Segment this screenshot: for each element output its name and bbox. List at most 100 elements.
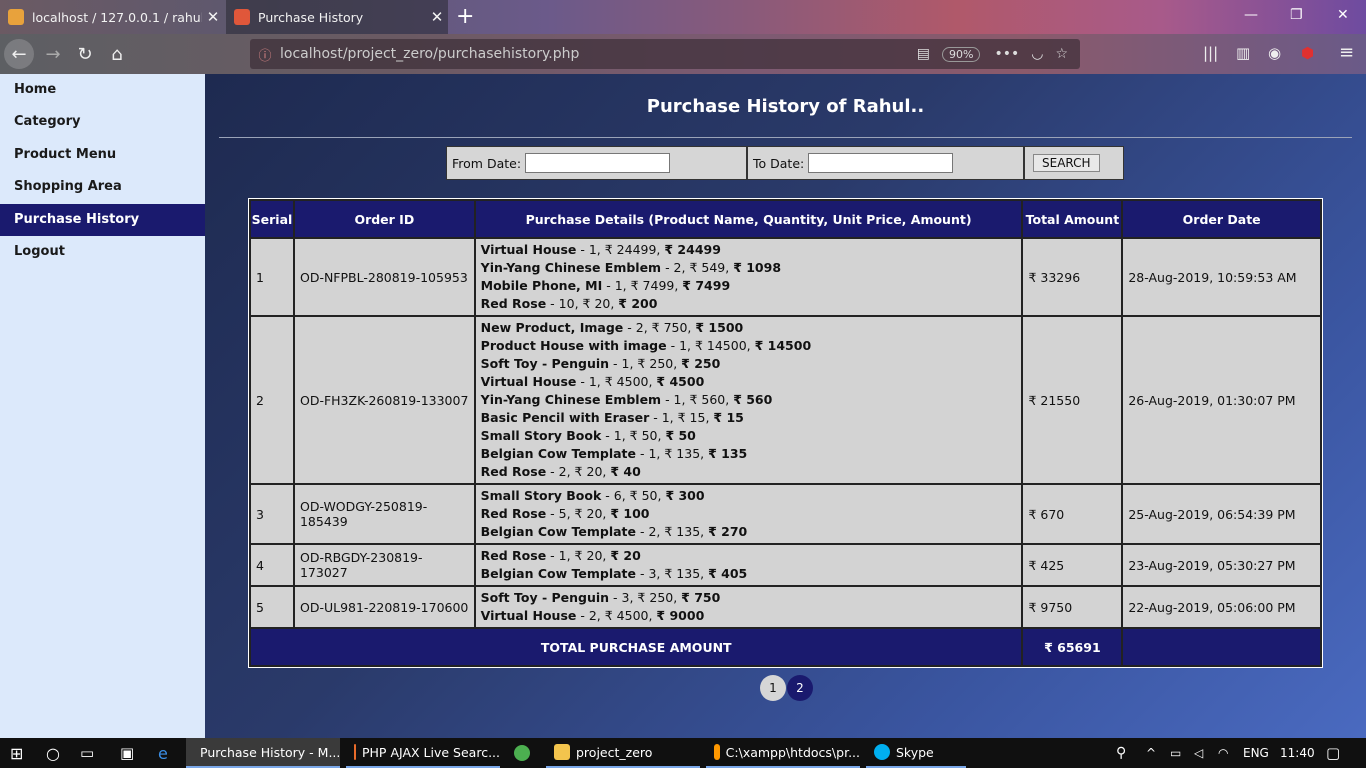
reload-icon[interactable]: ↻: [70, 39, 100, 69]
cell-serial: 4: [249, 543, 295, 587]
url-bar[interactable]: ⓘ localhost/project_zero/purchasehistory…: [250, 39, 1080, 69]
from-date-cell: From Date:: [447, 147, 748, 179]
cell-total-amount: ₹ 670: [1021, 483, 1124, 545]
account-icon[interactable]: ◉: [1268, 44, 1281, 62]
item-amount: ₹ 405: [708, 566, 748, 581]
taskbar-item-label: Purchase History - M...: [200, 744, 341, 760]
notifications-icon[interactable]: ▢: [1326, 738, 1340, 768]
purchase-item-line: Virtual House - 2, ₹ 4500, ₹ 9000: [481, 607, 1017, 625]
taskbar-item-project-zero[interactable]: project_zero: [546, 738, 700, 768]
taskbar-item-php-ajax[interactable]: PHP AJAX Live Searc...: [346, 738, 500, 768]
folder-icon: [554, 744, 570, 760]
item-amount: ₹ 4500: [656, 374, 705, 389]
search-button[interactable]: SEARCH: [1033, 154, 1100, 172]
sidebar-item-product-menu[interactable]: Product Menu: [0, 139, 205, 171]
page-1-button[interactable]: 1: [760, 675, 786, 701]
forward-icon[interactable]: →: [38, 39, 68, 69]
taskbar-item-purchase-history[interactable]: Purchase History - M...: [186, 738, 340, 768]
to-date-input[interactable]: [808, 153, 954, 173]
qty-unit-price: - 1, ₹ 50,: [601, 428, 666, 443]
library-icon[interactable]: |||: [1203, 44, 1218, 62]
shield-icon[interactable]: ⬢: [1301, 44, 1314, 62]
windows-start-icon[interactable]: ⊞: [10, 738, 23, 768]
battery-icon[interactable]: ▭: [1170, 738, 1181, 768]
language-indicator[interactable]: ENG: [1243, 738, 1269, 768]
home-icon[interactable]: ⌂: [102, 39, 132, 69]
chrome-icon[interactable]: [514, 738, 536, 768]
purchase-item-line: Yin-Yang Chinese Emblem - 1, ₹ 560, ₹ 56…: [481, 391, 1017, 409]
info-icon[interactable]: ⓘ: [250, 45, 280, 64]
qty-unit-price: - 1, ₹ 135,: [636, 446, 709, 461]
explorer-icon[interactable]: ▣: [120, 738, 134, 768]
new-tab-icon[interactable]: +: [456, 4, 474, 29]
bookmark-star-icon[interactable]: ☆: [1055, 46, 1068, 62]
network-icon[interactable]: ◠: [1218, 738, 1228, 768]
cell-order-date: 22-Aug-2019, 05:06:00 PM: [1121, 585, 1322, 629]
main-content: Purchase History of Rahul.. From Date: T…: [205, 74, 1366, 738]
clock[interactable]: 11:40: [1280, 738, 1315, 768]
item-amount: ₹ 200: [618, 296, 658, 311]
chevron-up-icon[interactable]: ^: [1146, 738, 1156, 768]
page-2-button[interactable]: 2: [787, 675, 813, 701]
divider: [219, 137, 1352, 138]
close-tab-icon[interactable]: ✕: [426, 8, 448, 26]
url-text[interactable]: localhost/project_zero/purchasehistory.p…: [280, 46, 917, 62]
cell-purchase-details: Virtual House - 1, ₹ 24499, ₹ 24499 Yin-Y…: [473, 237, 1024, 317]
item-amount: ₹ 300: [665, 488, 705, 503]
qty-unit-price: - 1, ₹ 7499,: [602, 278, 683, 293]
footer-empty-cell: [1121, 627, 1322, 667]
product-name: Virtual House: [480, 608, 577, 623]
menu-icon[interactable]: ≡: [1339, 42, 1354, 63]
volume-icon[interactable]: ◁: [1194, 738, 1203, 768]
sublime-text-icon: [714, 744, 720, 760]
cortana-icon[interactable]: ○: [46, 738, 60, 768]
minimize-icon[interactable]: —: [1244, 7, 1258, 23]
from-date-input[interactable]: [525, 153, 671, 173]
qty-unit-price: - 2, ₹ 549,: [661, 260, 734, 275]
sidebar-item-logout[interactable]: Logout: [0, 236, 205, 268]
windows-taskbar: ⊞ ○ ▭ ▣ e Purchase History - M... PHP AJ…: [0, 738, 1366, 768]
back-icon[interactable]: ←: [4, 39, 34, 69]
edge-icon[interactable]: e: [158, 738, 168, 768]
cell-serial: 3: [249, 483, 295, 545]
tab-title: localhost / 127.0.0.1 / rahul_de: [32, 9, 202, 25]
zoom-level[interactable]: 90%: [941, 46, 981, 62]
page-actions-icon[interactable]: •••: [994, 46, 1019, 62]
purchase-item-line: Small Story Book - 1, ₹ 50, ₹ 50: [481, 427, 1017, 445]
table-header-row: Serial Order ID Purchase Details (Produc…: [249, 199, 1322, 239]
item-amount: ₹ 15: [713, 410, 744, 425]
item-amount: ₹ 40: [610, 464, 641, 479]
page-title: Purchase History of Rahul..: [646, 96, 925, 117]
close-tab-icon[interactable]: ✕: [202, 8, 224, 26]
restore-icon[interactable]: ❐: [1290, 7, 1303, 23]
reader-view-icon[interactable]: ▤: [917, 46, 930, 62]
purchase-item-line: Belgian Cow Template - 1, ₹ 135, ₹ 135: [481, 445, 1017, 463]
people-icon[interactable]: ⚲: [1116, 738, 1126, 768]
cell-order-date: 25-Aug-2019, 06:54:39 PM: [1121, 483, 1322, 545]
pocket-icon[interactable]: ◡: [1031, 46, 1043, 62]
taskbar-item-skype[interactable]: Skype: [866, 738, 966, 768]
sidebar-item-shopping-area[interactable]: Shopping Area: [0, 171, 205, 203]
sidebar-item-category[interactable]: Category: [0, 106, 205, 138]
cell-order-id: OD-RBGDY-230819-173027: [292, 543, 476, 587]
qty-unit-price: - 3, ₹ 250,: [609, 590, 682, 605]
taskbar-item-sublime[interactable]: C:\xampp\htdocs\pr...: [706, 738, 860, 768]
purchase-item-line: Yin-Yang Chinese Emblem - 2, ₹ 549, ₹ 10…: [481, 259, 1017, 277]
header-order-id: Order ID: [292, 199, 476, 239]
qty-unit-price: - 2, ₹ 4500,: [576, 608, 657, 623]
item-amount: ₹ 560: [733, 392, 773, 407]
purchase-item-line: Soft Toy - Penguin - 1, ₹ 250, ₹ 250: [481, 355, 1017, 373]
product-name: Belgian Cow Template: [480, 524, 637, 539]
purchase-item-line: Small Story Book - 6, ₹ 50, ₹ 300: [481, 487, 1017, 505]
tab-phpmyadmin[interactable]: localhost / 127.0.0.1 / rahul_de ✕: [0, 0, 224, 34]
window-close-icon[interactable]: ✕: [1337, 7, 1349, 23]
sidebar-item-purchase-history[interactable]: Purchase History: [0, 203, 205, 236]
sidebar-toggle-icon[interactable]: ▥: [1236, 44, 1250, 62]
cell-serial: 1: [249, 237, 295, 317]
chrome-logo-icon: [514, 745, 530, 761]
phpmyadmin-favicon-icon: [8, 9, 24, 25]
task-view-icon[interactable]: ▭: [80, 738, 94, 768]
browser-tab-bar: localhost / 127.0.0.1 / rahul_de ✕ Purch…: [0, 0, 1366, 34]
tab-purchase-history[interactable]: Purchase History ✕: [226, 0, 448, 34]
sidebar-item-home[interactable]: Home: [0, 74, 205, 106]
